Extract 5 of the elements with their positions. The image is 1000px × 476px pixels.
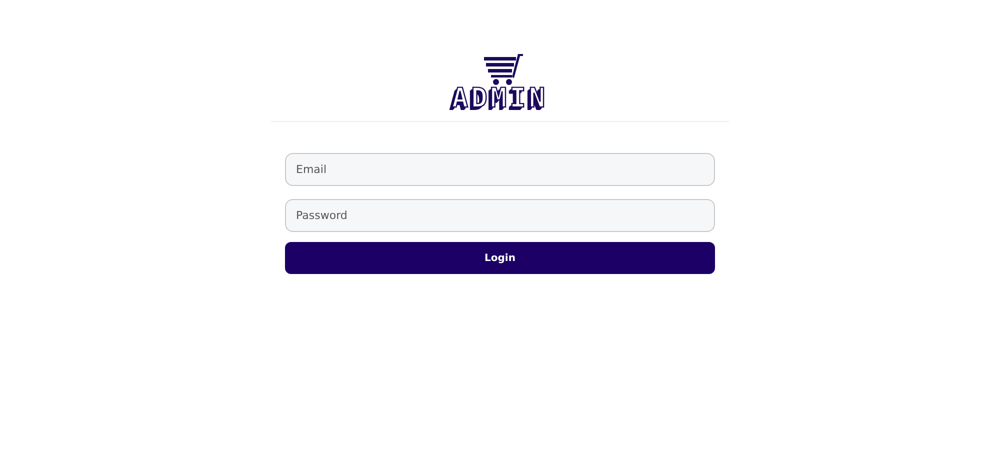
input-field[interactable]: Password	[285, 199, 715, 232]
login-button[interactable]: Login	[285, 242, 715, 274]
logo-text: ADMIN	[452, 86, 548, 112]
input-field[interactable]: Email	[285, 153, 715, 186]
cart-icon	[483, 52, 525, 86]
